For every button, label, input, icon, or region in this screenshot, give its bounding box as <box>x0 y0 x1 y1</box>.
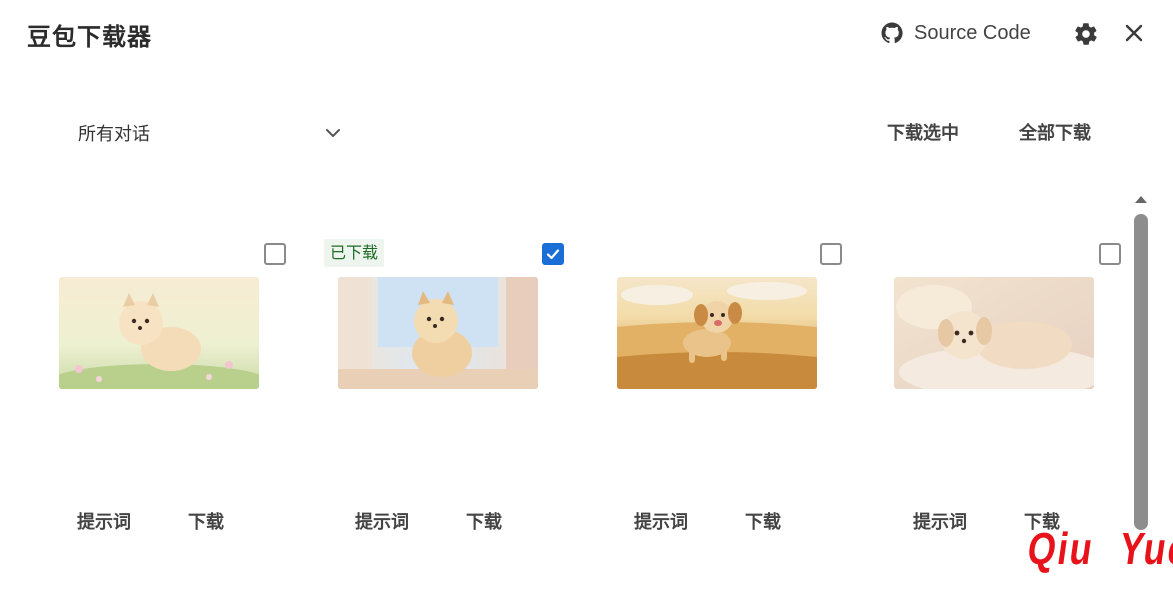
prompt-button[interactable]: 提示词 <box>634 508 688 534</box>
image-card: 提示词 下载 <box>876 235 1126 545</box>
conversation-select[interactable]: 所有对话 <box>78 118 346 148</box>
image-thumbnail[interactable] <box>338 277 538 389</box>
app-title: 豆包下载器 <box>27 23 152 51</box>
select-checkbox[interactable] <box>820 243 842 265</box>
image-card: 已下载 提示词 下载 <box>318 235 568 545</box>
close-icon <box>1122 24 1146 49</box>
scrollbar-thumb[interactable] <box>1134 214 1148 530</box>
download-selected-button[interactable]: 下载选中 <box>887 119 959 145</box>
image-card: 提示词 下载 <box>597 235 847 545</box>
settings-button[interactable] <box>1073 21 1099 47</box>
scroll-up-arrow[interactable] <box>1135 196 1147 203</box>
download-all-button[interactable]: 全部下载 <box>1019 119 1091 145</box>
download-button[interactable]: 下载 <box>188 508 224 534</box>
download-button[interactable]: 下载 <box>745 508 781 534</box>
download-button[interactable]: 下载 <box>466 508 502 534</box>
watermark-word: Qiu <box>1024 522 1098 574</box>
image-card: 提示词 下载 <box>40 235 290 545</box>
image-thumbnail[interactable] <box>59 277 259 389</box>
header-bar: 豆包下载器 Source Code <box>0 0 1173 70</box>
watermark-word: Yue <box>1116 522 1173 574</box>
prompt-button[interactable]: 提示词 <box>913 508 967 534</box>
select-checkbox[interactable] <box>542 243 564 265</box>
source-code-label: Source Code <box>914 21 1031 44</box>
checkmark-icon <box>544 245 562 263</box>
chevron-down-icon <box>323 123 343 143</box>
image-thumbnail[interactable] <box>894 277 1094 389</box>
select-checkbox[interactable] <box>1099 243 1121 265</box>
watermark: Qiu Yue <box>1024 523 1173 576</box>
gear-icon <box>1073 23 1099 51</box>
prompt-button[interactable]: 提示词 <box>355 508 409 534</box>
prompt-button[interactable]: 提示词 <box>77 508 131 534</box>
image-thumbnail[interactable] <box>617 277 817 389</box>
conversation-select-value: 所有对话 <box>78 124 150 145</box>
close-button[interactable] <box>1122 21 1146 45</box>
downloaded-badge: 已下载 <box>324 239 385 267</box>
select-checkbox[interactable] <box>264 243 286 265</box>
github-icon <box>880 21 904 45</box>
source-code-link[interactable]: Source Code <box>880 20 1031 46</box>
